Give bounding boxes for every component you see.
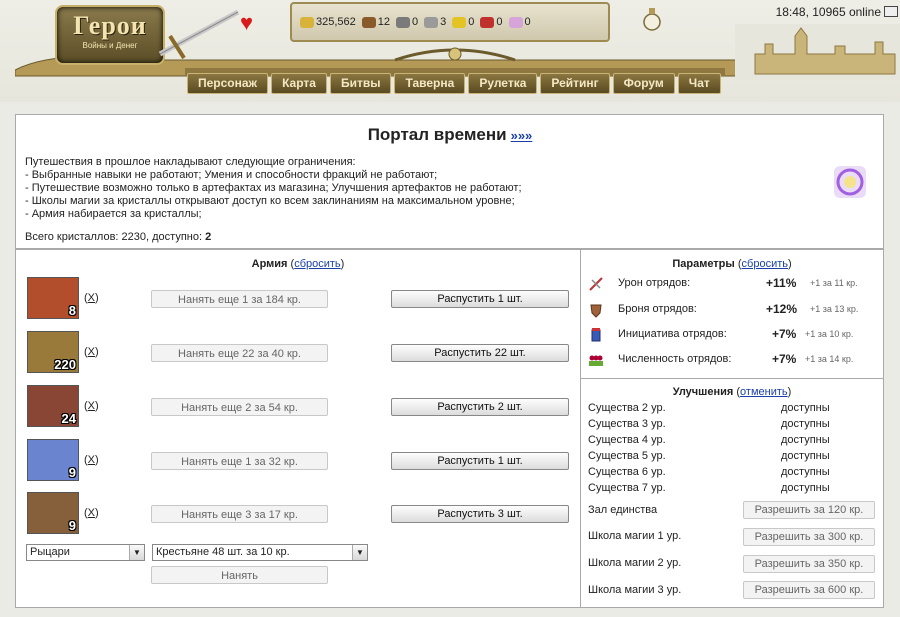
- nav-rating[interactable]: Рейтинг: [540, 73, 610, 94]
- allow-button[interactable]: Разрешить за 350 кр.: [743, 555, 875, 573]
- dismiss-button[interactable]: Распустить 1 шт.: [391, 290, 569, 308]
- building-label: Школа магии 2 ур.: [588, 557, 682, 569]
- unit-portrait[interactable]: 9: [27, 439, 79, 481]
- param-cost-link[interactable]: +1 за 13 кр.: [810, 304, 858, 314]
- param-row-damage: Урон отрядов: +11% +1 за 11 кр.: [588, 276, 878, 292]
- mail-icon[interactable]: [884, 6, 898, 17]
- resource-crystals: 0: [480, 16, 503, 28]
- nav-tavern[interactable]: Таверна: [394, 73, 466, 94]
- nav-character[interactable]: Персонаж: [187, 73, 269, 94]
- server-clock: 18:48, 10965 online: [720, 5, 898, 19]
- sulfur-icon: [452, 16, 467, 28]
- upgrade-row: Существа 2 ур. доступны: [588, 402, 830, 414]
- unit-remove[interactable]: (X): [84, 346, 99, 358]
- unit-remove[interactable]: (X): [84, 507, 99, 519]
- nav-battles[interactable]: Битвы: [329, 73, 392, 94]
- param-cost-link[interactable]: +1 за 10 кр.: [805, 329, 853, 339]
- nav-chat[interactable]: Чат: [677, 73, 721, 94]
- upgrade-row: Существа 5 ур. доступны: [588, 450, 830, 462]
- lamp-icon[interactable]: [642, 6, 662, 34]
- resource-ore: 0: [396, 16, 418, 28]
- resource-wood: 12: [361, 16, 390, 28]
- portal-more-link[interactable]: »»»: [511, 128, 533, 143]
- unit-remove[interactable]: (X): [84, 454, 99, 466]
- clock-text: 18:48, 10965 online: [775, 5, 881, 19]
- param-row-armor: Броня отрядов: +12% +1 за 13 кр.: [588, 302, 878, 318]
- gem-icon: [508, 16, 523, 28]
- upgrade-row: Существа 4 ур. доступны: [588, 434, 830, 446]
- page-title: Портал времени»»»: [367, 125, 533, 144]
- hire-more-button[interactable]: Нанять еще 22 за 40 кр.: [151, 344, 328, 362]
- upgrade-row: Существа 3 ур. доступны: [588, 418, 830, 430]
- unit-remove[interactable]: (X): [84, 292, 99, 304]
- health-heart-icon[interactable]: ♥: [240, 10, 253, 36]
- allow-button[interactable]: Разрешить за 300 кр.: [743, 528, 875, 546]
- upgrades-title: Улучшения (отменить): [672, 386, 792, 398]
- resources-row: 325,562 12 0 3 0 0 0: [300, 14, 537, 30]
- troops-icon: [589, 355, 603, 366]
- nav-roulette[interactable]: Рулетка: [468, 73, 538, 94]
- main-nav: Персонаж Карта Битвы Таверна Рулетка Рей…: [187, 73, 721, 94]
- hire-more-button[interactable]: Нанять еще 1 за 32 кр.: [151, 452, 328, 470]
- crystal-icon: [480, 16, 495, 28]
- crystals-summary: Всего кристаллов: 2230, доступно: 2: [25, 231, 212, 243]
- building-label: Школа магии 3 ур.: [588, 584, 682, 596]
- hire-more-button[interactable]: Нанять еще 3 за 17 кр.: [151, 505, 328, 523]
- dismiss-button[interactable]: Распустить 2 шт.: [391, 398, 569, 416]
- param-row-numbers: Численность отрядов: +7% +1 за 14 кр.: [588, 352, 878, 368]
- resource-gems: 0: [508, 16, 531, 28]
- portal-icon: [834, 166, 866, 198]
- chevron-down-icon: ▼: [352, 545, 367, 560]
- creature-select[interactable]: Крестьяне 48 шт. за 10 кр. ▼: [152, 544, 368, 561]
- nav-map[interactable]: Карта: [271, 73, 327, 94]
- damage-icon: [589, 277, 603, 291]
- resource-mercury: 3: [424, 16, 446, 28]
- army-reset-link[interactable]: сбросить: [294, 258, 340, 270]
- dismiss-button[interactable]: Распустить 22 шт.: [391, 344, 569, 362]
- ore-icon: [396, 16, 411, 28]
- hire-more-button[interactable]: Нанять еще 1 за 184 кр.: [151, 290, 328, 308]
- logo-subtitle: Войны и Денег: [82, 41, 138, 50]
- chevron-down-icon: ▼: [129, 545, 144, 560]
- allow-button[interactable]: Разрешить за 600 кр.: [743, 581, 875, 599]
- dismiss-button[interactable]: Распустить 1 шт.: [391, 452, 569, 470]
- param-cost-link[interactable]: +1 за 14 кр.: [805, 354, 853, 364]
- initiative-icon: [591, 328, 601, 342]
- crystals-available: 2: [205, 231, 212, 243]
- armor-icon: [590, 304, 602, 318]
- hire-more-button[interactable]: Нанять еще 2 за 54 кр.: [151, 398, 328, 416]
- resource-sulfur: 0: [452, 16, 474, 28]
- sword-icon: [158, 9, 240, 60]
- upgrades-cancel-link[interactable]: отменить: [740, 386, 788, 398]
- param-cost-link[interactable]: +1 за 11 кр.: [810, 278, 858, 288]
- castle-illustration: [735, 24, 900, 80]
- upgrade-row: Существа 7 ур. доступны: [588, 482, 830, 494]
- building-label: Зал единства: [588, 504, 658, 516]
- unit-portrait[interactable]: 9: [27, 492, 79, 534]
- mercury-icon: [424, 16, 439, 28]
- param-row-initiative: Инициатива отрядов: +7% +1 за 10 кр.: [588, 327, 878, 343]
- game-logo[interactable]: Герои Войны и Денег: [55, 5, 165, 65]
- portal-restrictions: Путешествия в прошлое накладывают следую…: [25, 156, 522, 220]
- nav-forum[interactable]: Форум: [612, 73, 675, 94]
- unit-portrait[interactable]: 220: [27, 331, 79, 373]
- resource-gold: 325,562: [300, 16, 356, 28]
- building-label: Школа магии 1 ур.: [588, 530, 682, 542]
- hire-button[interactable]: Нанять: [151, 566, 328, 584]
- faction-select[interactable]: Рыцари ▼: [26, 544, 145, 561]
- logo-title: Герои: [73, 11, 147, 40]
- dismiss-button[interactable]: Распустить 3 шт.: [391, 505, 569, 523]
- allow-button[interactable]: Разрешить за 120 кр.: [743, 501, 875, 519]
- parameters-reset-link[interactable]: сбросить: [742, 258, 788, 270]
- parameters-title: Параметры (сбросить): [672, 258, 792, 270]
- gold-icon: [300, 16, 314, 28]
- unit-remove[interactable]: (X): [84, 400, 99, 412]
- upgrade-row: Существа 6 ур. доступны: [588, 466, 830, 478]
- unit-portrait[interactable]: 8: [27, 277, 79, 319]
- army-title: Армия (сбросить): [251, 258, 345, 270]
- unit-portrait[interactable]: 24: [27, 385, 79, 427]
- wood-icon: [361, 16, 376, 28]
